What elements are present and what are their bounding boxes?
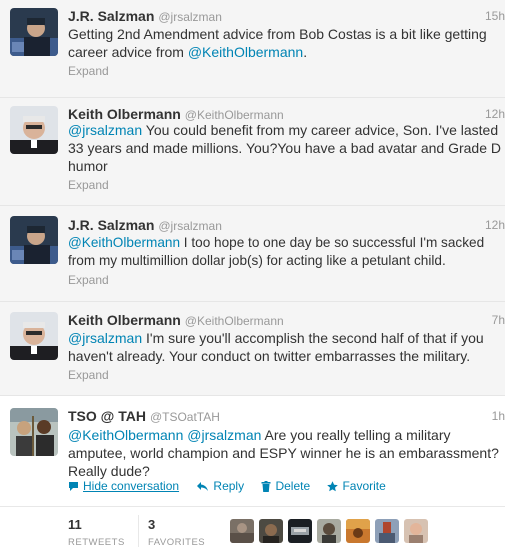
tweet-actions: Hide conversation Reply Delete Favorite — [68, 479, 400, 495]
tweet-header: Keith Olbermann @KeithOlbermann 7h — [68, 312, 505, 328]
mention-link[interactable]: @KeithOlbermann — [68, 427, 183, 443]
tso-avatar[interactable] — [10, 408, 58, 456]
tweet-text: @jrsalzman You could benefit from my car… — [68, 121, 502, 175]
retweets-count: 11 — [68, 517, 82, 532]
expand-link[interactable]: Expand — [68, 273, 109, 287]
tweet-2[interactable]: Keith Olbermann @KeithOlbermann 12h @jrsa… — [0, 98, 505, 206]
tweet-header: J.R. Salzman @jrsalzman 15h — [68, 8, 505, 24]
author-handle[interactable]: @jrsalzman — [158, 219, 222, 233]
timestamp[interactable]: 12h — [485, 107, 505, 121]
retweets-label: RETWEETS — [68, 537, 125, 548]
keith-olbermann-avatar[interactable] — [10, 312, 58, 360]
favoriter-avatar-3[interactable] — [288, 519, 312, 543]
favorites-label: FAVORITES — [148, 537, 206, 548]
favoriter-avatar-4[interactable] — [317, 519, 341, 543]
author-handle[interactable]: @KeithOlbermann — [185, 108, 284, 122]
author-name[interactable]: Keith Olbermann — [68, 106, 181, 122]
favoriter-avatar-6[interactable] — [375, 519, 399, 543]
reply-arrow-icon — [197, 481, 209, 491]
tweet-header: Keith Olbermann @KeithOlbermann 12h — [68, 106, 505, 122]
text-segment: . — [303, 44, 308, 60]
tweet-3[interactable]: J.R. Salzman @jrsalzman 12h @KeithOlberma… — [0, 206, 505, 302]
mention-link[interactable]: @jrsalzman — [68, 122, 142, 138]
delete-button[interactable]: Delete — [261, 479, 310, 493]
jr-salzman-avatar[interactable] — [10, 216, 58, 264]
delete-label: Delete — [275, 479, 311, 493]
expand-link[interactable]: Expand — [68, 368, 109, 382]
tweet-text: @KeithOlbermann @jrsalzman Are you reall… — [68, 426, 502, 480]
timestamp[interactable]: 12h — [485, 218, 505, 232]
author-handle[interactable]: @TSOatTAH — [150, 410, 220, 424]
timestamp[interactable]: 7h — [492, 313, 505, 327]
mention-link[interactable]: @KeithOlbermann — [68, 235, 180, 250]
mention-link[interactable]: @jrsalzman — [68, 330, 142, 346]
favorites-count: 3 — [148, 517, 156, 532]
favoriter-avatar-2[interactable] — [259, 519, 283, 543]
reply-label: Reply — [213, 479, 245, 493]
favoriter-avatar-7[interactable] — [404, 519, 428, 543]
timestamp[interactable]: 15h — [485, 9, 505, 23]
timestamp[interactable]: 1h — [492, 409, 505, 423]
mention-link[interactable]: @jrsalzman — [187, 427, 261, 443]
trash-icon — [261, 480, 271, 492]
tweet-header: J.R. Salzman @jrsalzman 12h — [68, 217, 505, 233]
author-name[interactable]: J.R. Salzman — [68, 8, 154, 24]
favorites-stat[interactable]: 3 FAVORITES — [148, 517, 205, 548]
expand-link[interactable]: Expand — [68, 64, 109, 78]
favorite-label: Favorite — [342, 479, 386, 493]
retweets-stat[interactable]: 11 RETWEETS — [68, 517, 125, 548]
tweet-stats: 11 RETWEETS 3 FAVORITES — [0, 506, 505, 553]
favorite-button[interactable]: Favorite — [327, 479, 386, 493]
keith-olbermann-avatar[interactable] — [10, 106, 58, 154]
author-handle[interactable]: @jrsalzman — [158, 10, 222, 24]
tweet-5-expanded[interactable]: TSO @ TAH @TSOatTAH 1h @KeithOlbermann @j… — [0, 396, 505, 506]
reply-button[interactable]: Reply — [196, 479, 244, 493]
tweet-header: TSO @ TAH @TSOatTAH 1h — [68, 408, 505, 424]
star-icon — [327, 480, 339, 491]
tweet-text: Getting 2nd Amendment advice from Bob Co… — [68, 25, 502, 61]
favoriter-avatar-1[interactable] — [230, 519, 254, 543]
hide-conversation-button[interactable]: Hide conversation — [68, 479, 179, 493]
favoriter-avatar-5[interactable] — [346, 519, 370, 543]
tweet-text: @jrsalzman I'm sure you'll accomplish th… — [68, 329, 502, 365]
tweet-text: @KeithOlbermann I too hope to one day be… — [68, 234, 502, 270]
author-handle[interactable]: @KeithOlbermann — [185, 314, 284, 328]
author-name[interactable]: Keith Olbermann — [68, 312, 181, 328]
tweet-1[interactable]: J.R. Salzman @jrsalzman 15h Getting 2nd A… — [0, 0, 505, 98]
hide-conversation-label: Hide conversation — [83, 479, 180, 493]
mention-link[interactable]: @KeithOlbermann — [188, 44, 303, 60]
tweet-4[interactable]: Keith Olbermann @KeithOlbermann 7h @jrsal… — [0, 302, 505, 396]
speech-bubble-icon — [69, 481, 78, 491]
stats-divider — [138, 515, 139, 547]
expand-link[interactable]: Expand — [68, 178, 109, 192]
jr-salzman-avatar[interactable] — [10, 8, 58, 56]
author-name[interactable]: TSO @ TAH — [68, 408, 146, 424]
author-name[interactable]: J.R. Salzman — [68, 217, 154, 233]
